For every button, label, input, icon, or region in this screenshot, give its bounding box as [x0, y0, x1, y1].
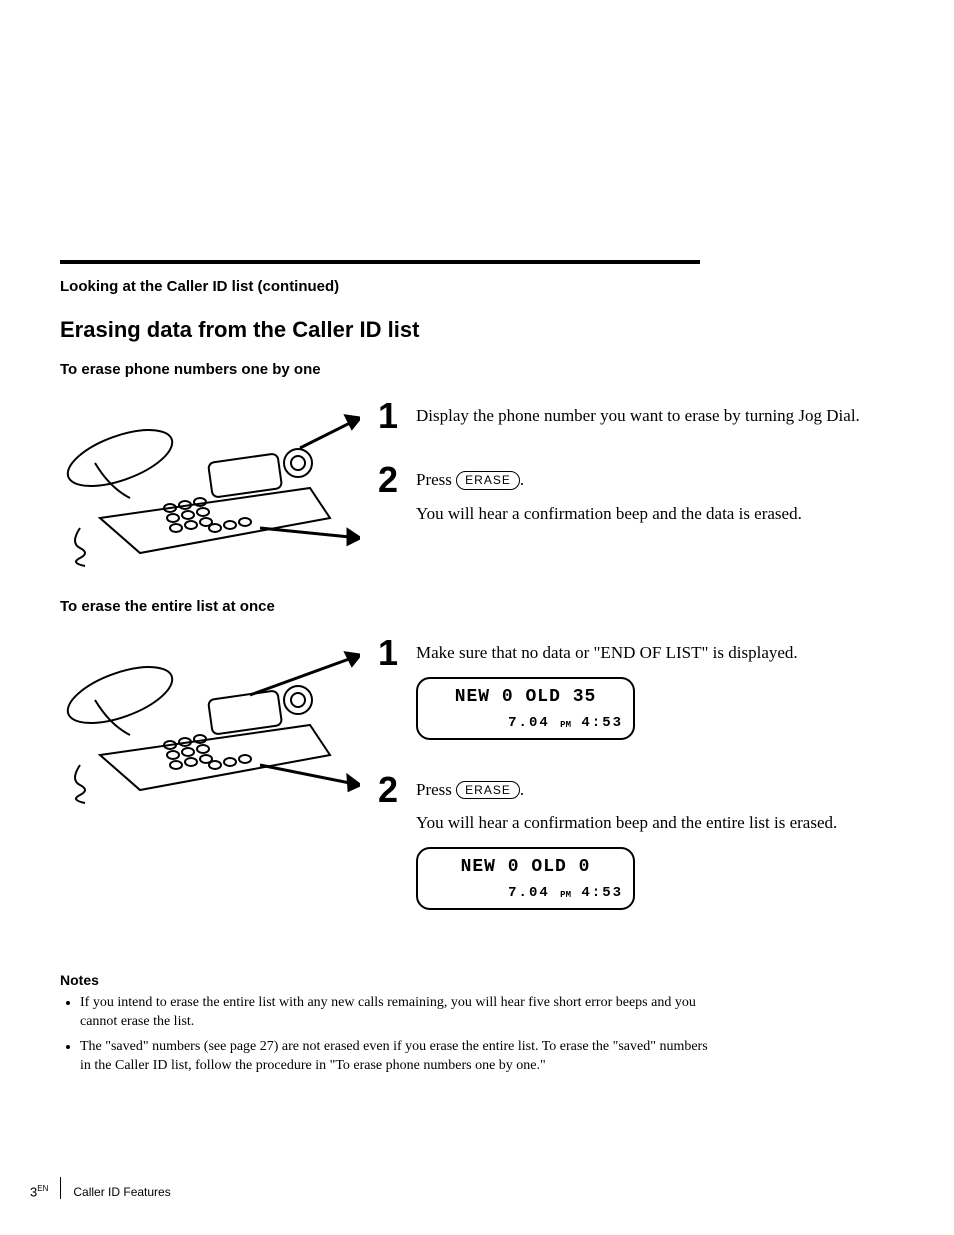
lcd-ampm: PM [560, 890, 571, 900]
lcd-time: 4:53 [581, 715, 623, 731]
lcd-line1: NEW 0 OLD 0 [428, 855, 623, 880]
page-num-suffix: EN [37, 1184, 48, 1193]
step-result: You will hear a confirmation beep and th… [416, 502, 802, 526]
subsection-title-2: To erase the entire list at once [60, 598, 864, 615]
lcd-line1: NEW 0 OLD 35 [428, 685, 623, 710]
step-2: 2 Press ERASE. You will hear a confirmat… [378, 772, 864, 914]
page-footer: 3EN Caller ID Features [30, 1177, 171, 1199]
phone-illustration-2 [60, 625, 360, 815]
step-number: 1 [378, 635, 402, 744]
phone-illustration-1 [60, 388, 360, 578]
press-label: Press [416, 780, 452, 799]
lcd-line2: 7.04 PM 4:53 [428, 884, 623, 904]
step-number: 1 [378, 398, 402, 434]
section-1: 1 Display the phone number you want to e… [60, 388, 864, 578]
step-number: 2 [378, 772, 402, 914]
step-text: Display the phone number you want to era… [416, 398, 860, 434]
footer-section-name: Caller ID Features [73, 1185, 170, 1199]
step-2: 2 Press ERASE. You will hear a confirmat… [378, 462, 864, 526]
heading-rule [60, 260, 700, 264]
notes-heading: Notes [60, 972, 864, 988]
manual-page: Looking at the Caller ID list (continued… [0, 0, 954, 1235]
step-1: 1 Display the phone number you want to e… [378, 398, 864, 434]
list-item: The "saved" numbers (see page 27) are no… [80, 1038, 720, 1076]
step-number: 2 [378, 462, 402, 526]
erase-button-label: ERASE [456, 471, 520, 490]
press-label: Press [416, 470, 452, 489]
section-2: 1 Make sure that no data or "END OF LIST… [60, 625, 864, 942]
phone-icon [60, 388, 360, 578]
period: . [520, 470, 524, 489]
phone-icon [60, 625, 360, 815]
breadcrumb: Looking at the Caller ID list (continued… [60, 278, 864, 295]
erase-button-label: ERASE [456, 781, 520, 800]
list-item: If you intend to erase the entire list w… [80, 994, 720, 1032]
step-text: Make sure that no data or "END OF LIST" … [416, 643, 798, 662]
step-1: 1 Make sure that no data or "END OF LIST… [378, 635, 864, 744]
lcd-ampm: PM [560, 720, 571, 730]
page-number: 3EN [30, 1184, 48, 1199]
subsection-title-1: To erase phone numbers one by one [60, 361, 864, 378]
lcd-display-after: NEW 0 OLD 0 7.04 PM 4:53 [416, 847, 635, 910]
lcd-time: 4:53 [581, 885, 623, 901]
footer-separator [60, 1177, 61, 1199]
section-title: Erasing data from the Caller ID list [60, 317, 864, 343]
notes-list: If you intend to erase the entire list w… [60, 994, 720, 1076]
lcd-date: 7.04 [508, 715, 550, 731]
period: . [520, 780, 524, 799]
lcd-date: 7.04 [508, 885, 550, 901]
step-result: You will hear a confirmation beep and th… [416, 811, 837, 835]
lcd-line2: 7.04 PM 4:53 [428, 714, 623, 734]
lcd-display-before: NEW 0 OLD 35 7.04 PM 4:53 [416, 677, 635, 740]
